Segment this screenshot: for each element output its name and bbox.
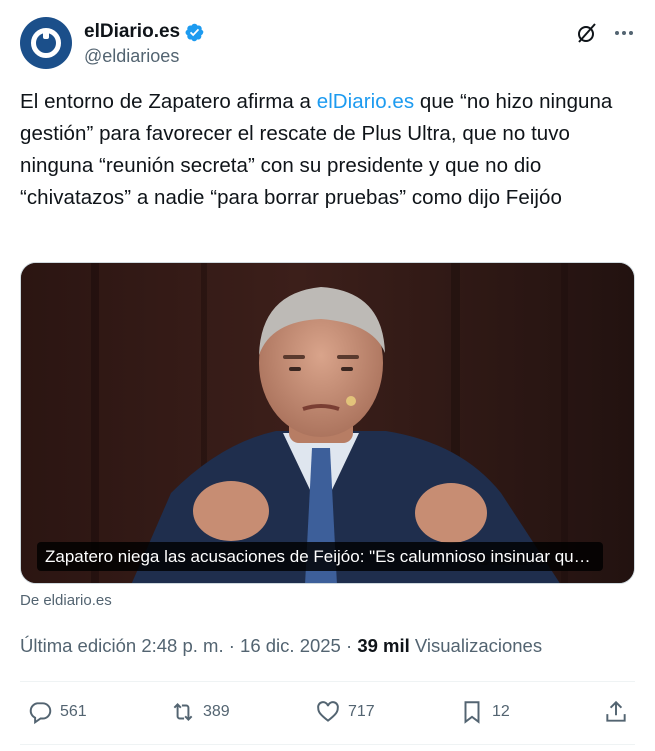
retweet-count: 389 — [203, 703, 230, 720]
tweet-text: El entorno de Zapatero afirma a elDiario… — [20, 86, 635, 214]
verified-badge-icon[interactable] — [184, 22, 205, 43]
card-caption[interactable]: Zapatero niega las acusaciones de Feijóo… — [37, 542, 603, 571]
like-count: 717 — [348, 703, 375, 720]
mention-link[interactable]: elDiario.es — [317, 90, 414, 113]
share-button[interactable] — [603, 698, 629, 726]
more-options-icon[interactable] — [612, 21, 636, 45]
author-name-row: elDiario.es — [84, 20, 205, 44]
tweet-text-part: El entorno de Zapatero afirma a — [20, 90, 317, 113]
meta-separator: · — [228, 635, 235, 656]
bookmark-count: 12 — [492, 703, 510, 720]
share-icon — [606, 700, 626, 722]
edited-time[interactable]: Última edición 2:48 p. m. — [20, 635, 224, 656]
author-display-name[interactable]: elDiario.es — [84, 21, 180, 43]
tweet: elDiario.es @eldiarioes El entorno de Za… — [0, 0, 655, 751]
author-handle[interactable]: @eldiarioes — [84, 46, 179, 67]
divider — [20, 744, 635, 745]
views-label: Visualizaciones — [414, 635, 543, 656]
meta-separator: · — [346, 635, 353, 656]
reply-count: 561 — [60, 703, 87, 720]
card-source[interactable]: De eldiario.es — [20, 592, 112, 609]
post-date[interactable]: 16 dic. 2025 — [240, 635, 341, 656]
views-count: 39 mil — [357, 635, 410, 656]
like-button[interactable]: 717 — [315, 698, 375, 726]
grok-icon[interactable] — [575, 21, 599, 45]
heart-icon — [317, 701, 339, 722]
reply-icon — [29, 702, 52, 725]
bookmark-button[interactable]: 12 — [459, 698, 510, 726]
bookmark-icon — [464, 701, 480, 724]
link-card-image[interactable]: eldiarioes Zapatero niega las acusacione… — [20, 262, 635, 584]
tweet-meta: Última edición 2:48 p. m. · 16 dic. 2025… — [20, 635, 542, 657]
reply-button[interactable]: 561 — [27, 698, 87, 726]
retweet-button[interactable]: 389 — [170, 698, 230, 726]
divider — [20, 681, 635, 682]
logo-dot — [43, 30, 49, 39]
avatar[interactable] — [20, 17, 72, 69]
retweet-icon — [173, 703, 193, 721]
